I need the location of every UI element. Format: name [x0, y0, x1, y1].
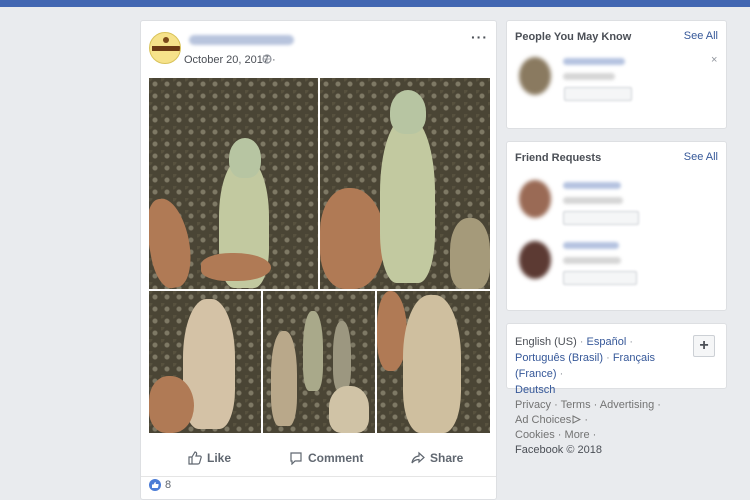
- request-1-name-blurred[interactable]: [563, 182, 621, 189]
- share-button[interactable]: Share: [411, 451, 463, 465]
- globe-icon: [262, 54, 272, 64]
- copyright-text: Facebook © 2018: [515, 444, 602, 456]
- friend-requests-title: Friend Requests: [515, 152, 602, 164]
- reaction-count: 8: [165, 479, 172, 491]
- ad-choices-icon: [572, 415, 582, 424]
- request-2-name-blurred[interactable]: [563, 242, 619, 249]
- footer-links: Privacy · Terms · Advertising · Ad Choic…: [515, 399, 661, 456]
- language-espanol[interactable]: Español: [587, 336, 627, 348]
- privacy-link[interactable]: Privacy: [515, 399, 551, 411]
- reaction-summary[interactable]: 8: [149, 479, 171, 491]
- friend-requests-card: Friend Requests See All: [506, 141, 727, 311]
- post-photo-1[interactable]: [149, 78, 318, 289]
- post-photo-4[interactable]: [263, 291, 375, 433]
- close-icon[interactable]: ×: [711, 54, 717, 66]
- suggested-person-detail-blurred: [563, 73, 615, 80]
- author-name-blurred[interactable]: [189, 35, 294, 45]
- like-button[interactable]: Like: [188, 451, 231, 465]
- request-1-detail-blurred: [563, 197, 623, 204]
- languages-card: English (US) · Español · Português (Bras…: [506, 323, 727, 396]
- language-deutsch[interactable]: Deutsch: [515, 384, 555, 396]
- like-label: Like: [207, 451, 232, 465]
- comment-icon: [290, 452, 302, 465]
- suggested-person-name-blurred[interactable]: [563, 58, 625, 65]
- post-photo-5[interactable]: [377, 291, 490, 433]
- language-portugues[interactable]: Português (Brasil): [515, 352, 603, 364]
- terms-link[interactable]: Terms: [561, 399, 591, 411]
- current-language: English (US): [515, 336, 577, 348]
- request-1-confirm-button-blurred[interactable]: [563, 211, 639, 225]
- request-1-avatar[interactable]: [519, 180, 551, 218]
- people-you-may-know-title: People You May Know: [515, 31, 632, 43]
- comment-button[interactable]: Comment: [289, 451, 363, 465]
- post-card: October 20, 2017 · ··· Like Comment Shar…: [140, 20, 497, 500]
- more-link[interactable]: More: [565, 429, 590, 441]
- post-action-bar: Like Comment Share: [141, 441, 496, 477]
- more-options-icon[interactable]: ···: [471, 29, 488, 45]
- add-friend-button-blurred[interactable]: [564, 87, 632, 101]
- share-label: Share: [430, 451, 464, 465]
- request-2-confirm-button-blurred[interactable]: [563, 271, 637, 285]
- like-reaction-icon: [149, 479, 161, 491]
- post-photo-2[interactable]: [320, 78, 490, 289]
- advertising-link[interactable]: Advertising: [600, 399, 654, 411]
- people-you-may-know-card: People You May Know See All ×: [506, 20, 727, 129]
- author-avatar[interactable]: [149, 32, 181, 64]
- top-nav-bar: [0, 0, 750, 7]
- thumbs-up-icon: [188, 451, 202, 465]
- see-all-requests-link[interactable]: See All: [684, 151, 718, 163]
- language-list: English (US) · Español · Português (Bras…: [515, 336, 656, 396]
- see-all-people-link[interactable]: See All: [684, 30, 718, 42]
- comment-label: Comment: [308, 451, 364, 465]
- request-2-avatar[interactable]: [519, 241, 551, 279]
- request-2-detail-blurred: [563, 257, 621, 264]
- cookies-link[interactable]: Cookies: [515, 429, 555, 441]
- share-icon: [411, 451, 425, 464]
- ad-choices-link[interactable]: Ad Choices: [515, 414, 571, 426]
- suggested-person-avatar[interactable]: [519, 57, 551, 95]
- more-languages-button[interactable]: +: [693, 335, 715, 357]
- post-photo-3[interactable]: [149, 291, 261, 433]
